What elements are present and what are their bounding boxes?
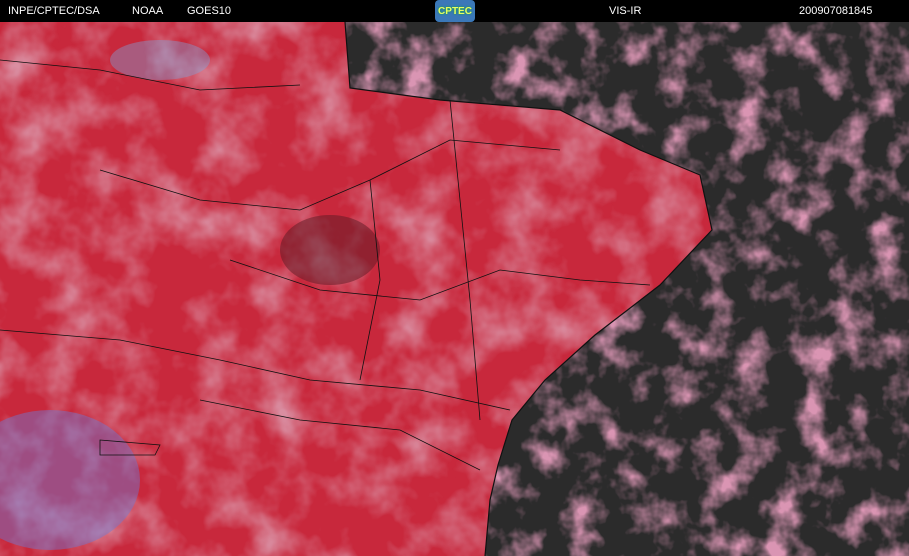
source-label: NOAA bbox=[132, 5, 164, 17]
cold-cloud-north bbox=[110, 40, 210, 80]
satellite-label: GOES10 bbox=[187, 5, 232, 17]
dark-region bbox=[280, 215, 380, 285]
timestamp-label: 200907081845 bbox=[799, 5, 873, 17]
channel-label: VIS-IR bbox=[609, 5, 642, 17]
satellite-image-viewer: INPE/CPTEC/DSA NOAA GOES10 CPTEC VIS-IR … bbox=[0, 0, 909, 556]
cptec-logo: CPTEC bbox=[435, 0, 475, 22]
satellite-map bbox=[0, 22, 909, 556]
agency-label: INPE/CPTEC/DSA bbox=[8, 5, 100, 17]
image-header-bar: INPE/CPTEC/DSA NOAA GOES10 CPTEC VIS-IR … bbox=[0, 0, 909, 22]
